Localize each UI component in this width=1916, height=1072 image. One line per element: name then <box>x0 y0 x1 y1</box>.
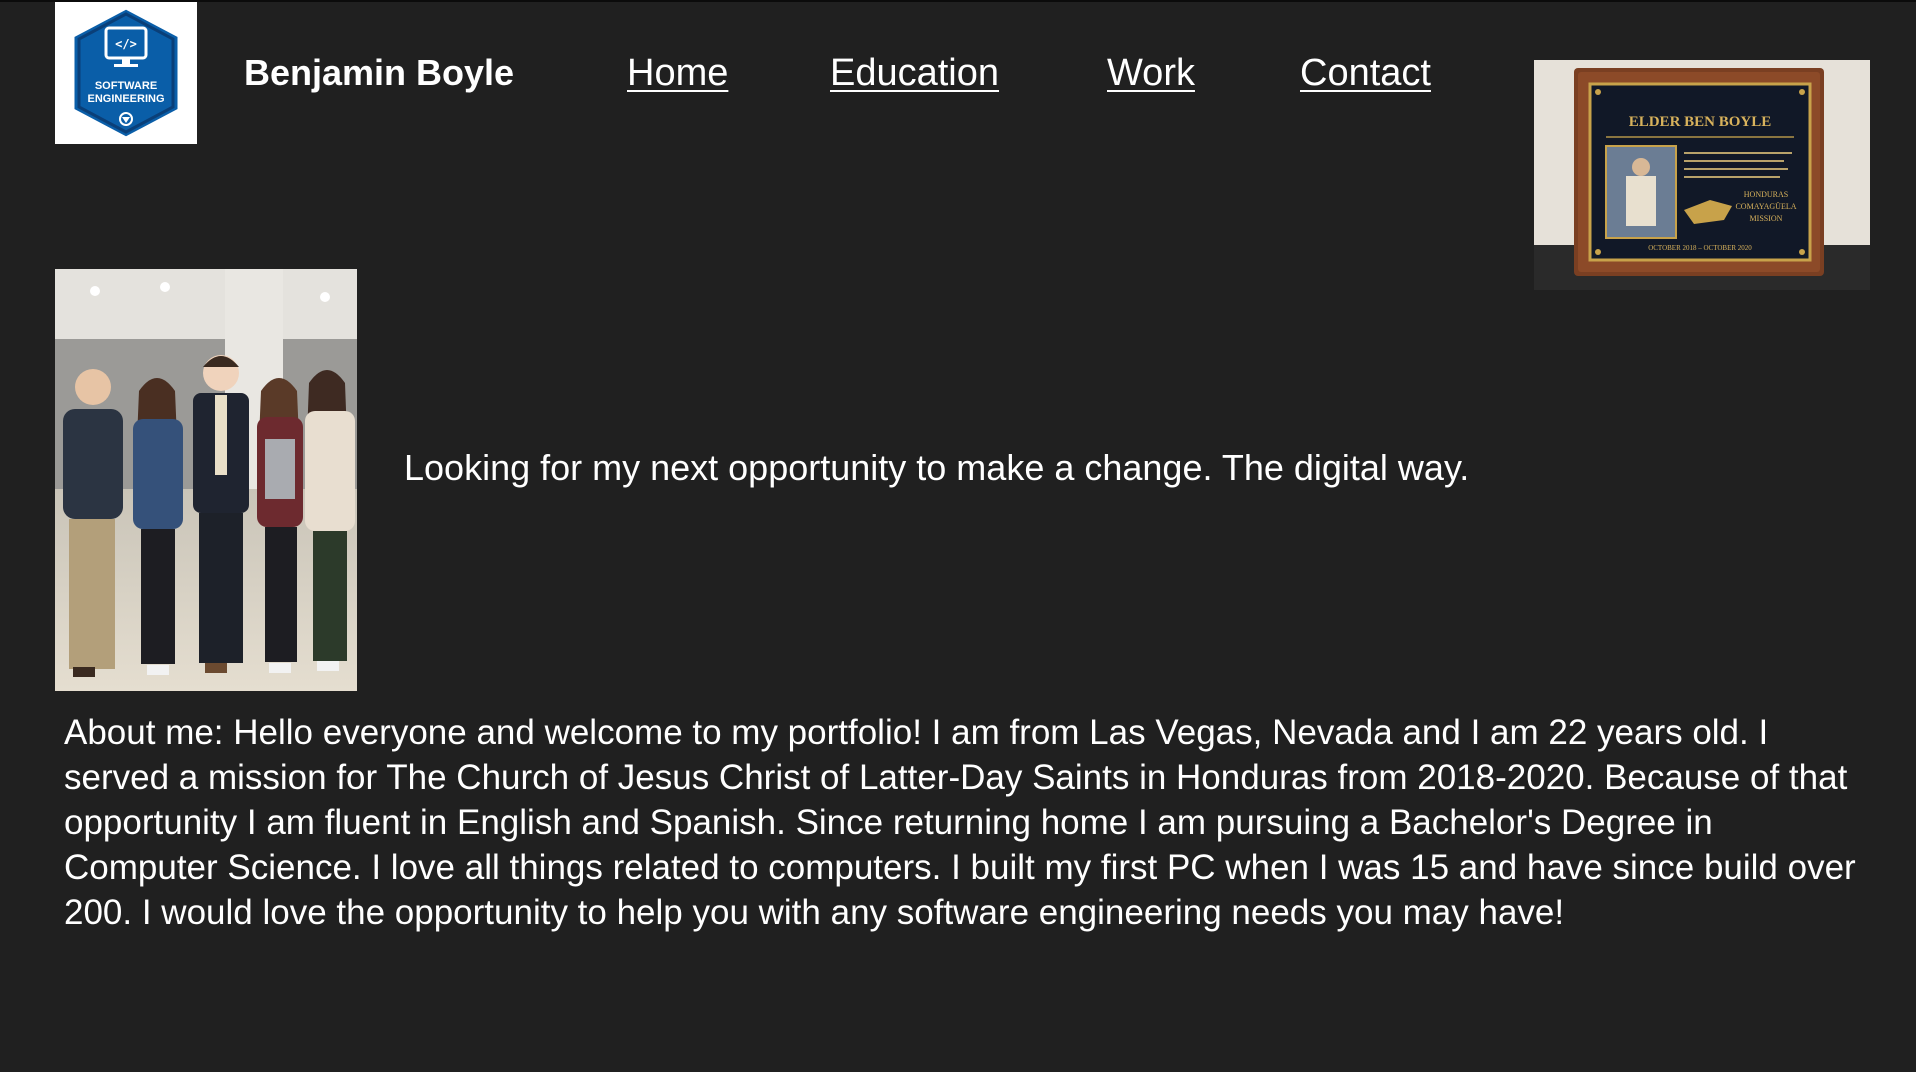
nav-link-work[interactable]: Work <box>1107 51 1195 95</box>
software-engineering-logo[interactable]: </> SOFTWARE ENGINEERING <box>55 2 197 144</box>
nav-link-contact[interactable]: Contact <box>1300 51 1431 95</box>
tagline: Looking for my next opportunity to make … <box>404 447 1470 488</box>
svg-text:ELDER BEN BOYLE: ELDER BEN BOYLE <box>1629 114 1772 130</box>
svg-text:SOFTWARE: SOFTWARE <box>95 80 157 92</box>
top-border <box>0 0 1916 2</box>
nav-link-education[interactable]: Education <box>830 51 999 95</box>
svg-text:OCTOBER 2018 – OCTOBER 2020: OCTOBER 2018 – OCTOBER 2020 <box>1648 244 1752 252</box>
svg-text:</>: </> <box>115 37 137 51</box>
svg-text:COMAYAGÜELA: COMAYAGÜELA <box>1735 202 1796 211</box>
family-photo <box>55 269 357 691</box>
site-name: Benjamin Boyle <box>244 52 515 93</box>
svg-text:HONDURAS: HONDURAS <box>1744 190 1788 199</box>
about-me-text: About me: Hello everyone and welcome to … <box>64 713 1856 932</box>
mission-plaque-photo: ELDER BEN BOYLE HONDURAS COMAYAGÜELA MIS… <box>1534 60 1870 290</box>
nav-link-home[interactable]: Home <box>627 51 728 95</box>
logo-badge-icon: </> SOFTWARE ENGINEERING <box>71 6 181 140</box>
svg-text:ENGINEERING: ENGINEERING <box>87 93 164 105</box>
svg-text:MISSION: MISSION <box>1750 214 1783 223</box>
